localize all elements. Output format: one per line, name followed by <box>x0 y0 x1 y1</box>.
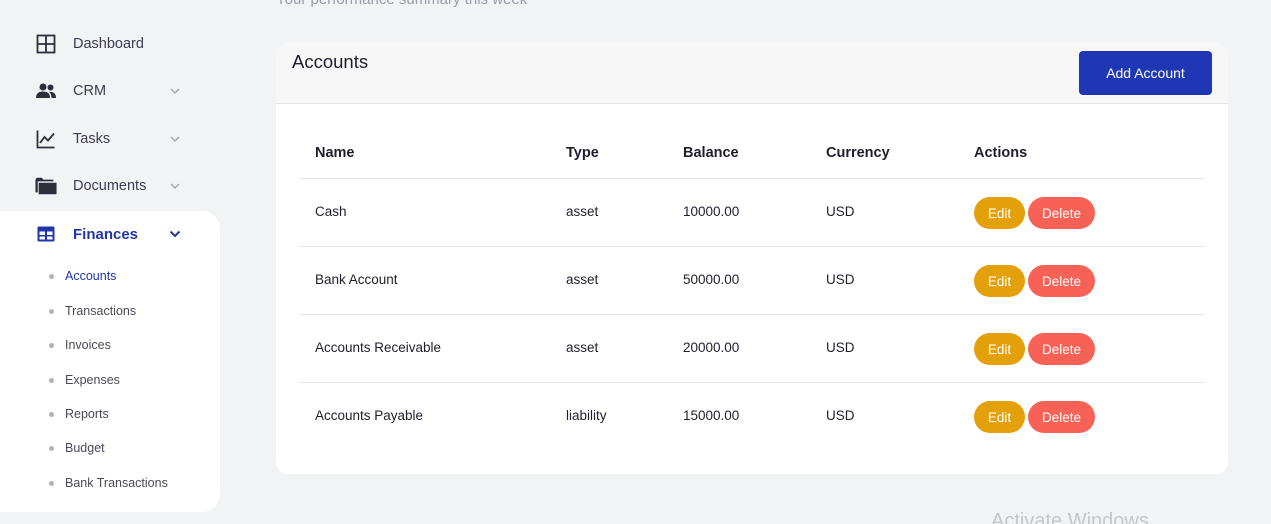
card-title: Accounts <box>292 51 369 72</box>
cell-name: Cash <box>315 204 347 219</box>
sidebar-item-label: Tasks <box>73 131 111 147</box>
dashboard-grid-icon <box>35 33 57 55</box>
sidebar-item-documents[interactable]: Documents <box>0 166 220 206</box>
submenu-item-label: Reports <box>65 407 109 421</box>
bullet-dot-icon <box>49 273 54 279</box>
bullet-dot-icon <box>49 480 54 486</box>
accounts-card: Accounts Add Account Name Type Balance C… <box>276 43 1228 474</box>
sidebar-item-label: Documents <box>73 178 147 194</box>
submenu-item-label: Invoices <box>65 338 111 352</box>
chevron-down-icon <box>168 179 182 193</box>
column-header-currency: Currency <box>826 145 890 161</box>
cell-balance: 15000.00 <box>683 408 740 423</box>
cell-currency: USD <box>826 204 855 219</box>
cell-name: Accounts Payable <box>315 408 424 423</box>
bullet-dot-icon <box>49 377 54 383</box>
cell-currency: USD <box>826 408 855 423</box>
chevron-down-icon <box>168 84 182 98</box>
submenu-item-transactions[interactable]: Transactions <box>0 299 220 323</box>
delete-button[interactable]: Delete <box>1028 401 1095 433</box>
delete-button[interactable]: Delete <box>1028 333 1095 365</box>
delete-button[interactable]: Delete <box>1028 265 1095 297</box>
edit-button[interactable]: Edit <box>974 197 1025 229</box>
page: Your performance summary this week Dashb… <box>0 0 1271 524</box>
cell-name: Accounts Receivable <box>315 340 442 355</box>
cell-currency: USD <box>826 340 855 355</box>
submenu-item-bank-transactions[interactable]: Bank Transactions <box>0 471 220 495</box>
chart-line-icon <box>35 128 57 150</box>
sidebar-item-crm[interactable]: CRM <box>0 71 220 111</box>
sidebar-item-dashboard[interactable]: Dashboard <box>0 24 220 64</box>
add-account-button[interactable]: Add Account <box>1079 51 1212 95</box>
edit-button[interactable]: Edit <box>974 401 1025 433</box>
cell-balance: 10000.00 <box>683 204 740 219</box>
cell-type: asset <box>566 340 599 355</box>
edit-button[interactable]: Edit <box>974 265 1025 297</box>
column-header-type: Type <box>566 145 599 161</box>
folder-icon <box>35 175 57 197</box>
sidebar-item-finances[interactable]: Finances <box>0 214 220 254</box>
activate-windows-watermark: Activate Windows <box>991 510 1149 524</box>
users-icon <box>35 80 57 102</box>
cell-name: Bank Account <box>315 272 398 287</box>
bullet-dot-icon <box>49 411 54 417</box>
delete-button[interactable]: Delete <box>1028 197 1095 229</box>
submenu-item-label: Accounts <box>65 269 117 283</box>
submenu-item-invoices[interactable]: Invoices <box>0 333 220 357</box>
column-header-actions: Actions <box>974 145 1028 161</box>
submenu-item-label: Transactions <box>65 304 137 318</box>
finances-panel <box>0 211 220 512</box>
table-row: Bank Account asset 50000.00 USD Edit Del… <box>300 246 1204 314</box>
submenu-item-label: Expenses <box>65 373 120 387</box>
submenu-item-label: Budget <box>65 441 105 455</box>
table-row: Accounts Receivable asset 20000.00 USD E… <box>300 314 1204 382</box>
bullet-dot-icon <box>49 308 54 314</box>
table-row: Cash asset 10000.00 USD Edit Delete <box>300 178 1204 246</box>
submenu-item-expenses[interactable]: Expenses <box>0 368 220 392</box>
cell-type: liability <box>566 408 607 423</box>
cell-balance: 20000.00 <box>683 340 740 355</box>
cell-type: asset <box>566 204 599 219</box>
page-subtitle: Your performance summary this week <box>276 0 527 8</box>
card-header: Accounts Add Account <box>276 43 1228 104</box>
column-header-balance: Balance <box>683 145 739 161</box>
chevron-down-icon <box>168 132 182 146</box>
submenu-item-reports[interactable]: Reports <box>0 402 220 426</box>
cell-balance: 50000.00 <box>683 272 740 287</box>
sidebar: Dashboard CRM Tasks Documents Finances A… <box>0 0 220 524</box>
edit-button[interactable]: Edit <box>974 333 1025 365</box>
sidebar-item-label: Dashboard <box>73 36 144 52</box>
submenu-item-budget[interactable]: Budget <box>0 436 220 460</box>
sidebar-item-label: Finances <box>73 225 139 243</box>
sidebar-item-tasks[interactable]: Tasks <box>0 119 220 159</box>
table-row: Accounts Payable liability 15000.00 USD … <box>300 382 1204 450</box>
submenu-item-label: Bank Transactions <box>65 476 168 490</box>
column-header-name: Name <box>315 145 355 161</box>
table-icon <box>35 223 57 245</box>
cell-currency: USD <box>826 272 855 287</box>
sidebar-item-label: CRM <box>73 83 107 99</box>
submenu-item-accounts[interactable]: Accounts <box>0 264 220 288</box>
cell-type: asset <box>566 272 599 287</box>
bullet-dot-icon <box>49 342 54 348</box>
chevron-down-icon <box>168 227 182 241</box>
bullet-dot-icon <box>49 445 54 451</box>
